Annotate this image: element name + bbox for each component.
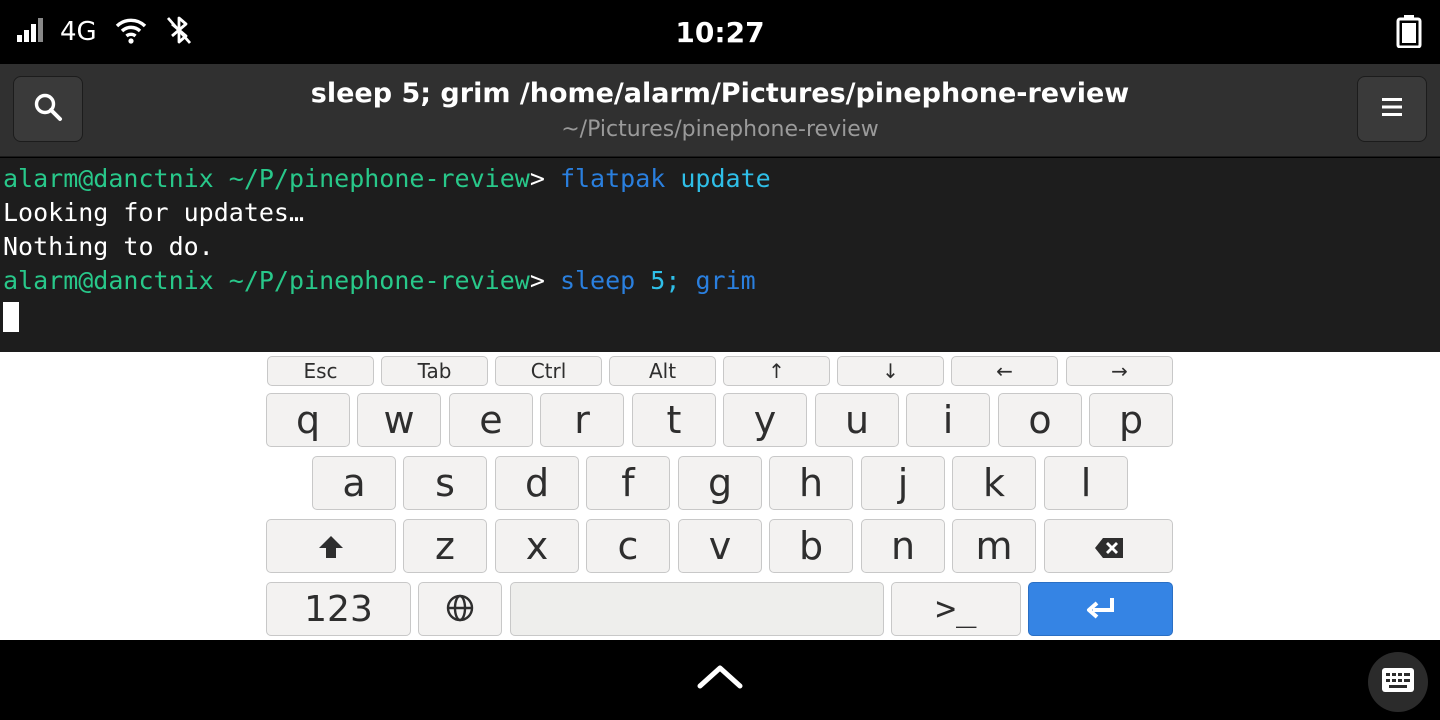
keyboard-toggle-button[interactable] (1368, 652, 1428, 712)
alt-key[interactable]: Alt (609, 356, 716, 386)
shift-icon (318, 524, 344, 568)
battery-icon (1396, 14, 1422, 52)
window-subtitle: ~/Pictures/pinephone-review (561, 117, 879, 142)
command-word: flatpak (559, 164, 666, 193)
key-t[interactable]: t (632, 393, 716, 447)
menu-icon (1380, 95, 1404, 123)
backspace-icon (1094, 524, 1124, 568)
terminal-view[interactable]: alarm@danctnix ~/P/pinephone-review> fla… (0, 158, 1440, 352)
key-a[interactable]: a (312, 456, 396, 510)
key-z[interactable]: z (403, 519, 487, 573)
key-s[interactable]: s (403, 456, 487, 510)
key-w[interactable]: w (357, 393, 441, 447)
terminal-input-line (3, 298, 1440, 332)
key-k[interactable]: k (952, 456, 1036, 510)
keyboard-icon (1381, 666, 1415, 698)
prompt-user: alarm@danctnix (3, 266, 214, 295)
arrow-left-key[interactable]: ← (951, 356, 1058, 386)
prompt-path: ~/P/pinephone-review (228, 164, 530, 193)
enter-icon (1085, 587, 1117, 631)
key-v[interactable]: v (678, 519, 762, 573)
window-title: sleep 5; grim /home/alarm/Pictures/pinep… (310, 78, 1130, 109)
command-word: sleep (559, 266, 636, 295)
key-p[interactable]: p (1089, 393, 1173, 447)
app-drawer-handle[interactable] (696, 662, 744, 696)
key-d[interactable]: d (495, 456, 579, 510)
prompt-symbol: > (529, 164, 545, 193)
shift-key[interactable] (266, 519, 396, 573)
prompt-symbol: > (529, 266, 545, 295)
key-c[interactable]: c (586, 519, 670, 573)
chevron-up-icon (696, 665, 744, 696)
key-b[interactable]: b (769, 519, 853, 573)
key-r[interactable]: r (540, 393, 624, 447)
terminal-line: alarm@danctnix ~/P/pinephone-review> fla… (3, 162, 1440, 196)
numbers-key[interactable]: 123 (266, 582, 411, 636)
key-h[interactable]: h (769, 456, 853, 510)
clock: 10:27 (675, 16, 765, 49)
terminal-line: alarm@danctnix ~/P/pinephone-review> sle… (3, 264, 1440, 298)
key-o[interactable]: o (998, 393, 1082, 447)
prompt-path: ~/P/pinephone-review (228, 266, 530, 295)
backspace-key[interactable] (1044, 519, 1173, 573)
bottom-bar (0, 640, 1440, 720)
command-number: 5; (650, 266, 681, 295)
text-cursor (3, 302, 19, 332)
on-screen-keyboard: Esc Tab Ctrl Alt ↑ ↓ ← → q w e r t y u i… (0, 352, 1440, 640)
esc-key[interactable]: Esc (267, 356, 374, 386)
key-i[interactable]: i (906, 393, 990, 447)
space-key[interactable] (510, 582, 884, 636)
status-bar: 4G 10:27 (0, 0, 1440, 64)
menu-button[interactable] (1357, 76, 1427, 142)
key-f[interactable]: f (586, 456, 670, 510)
command-argument: update (680, 164, 771, 193)
ctrl-key[interactable]: Ctrl (495, 356, 602, 386)
key-n[interactable]: n (861, 519, 945, 573)
prompt-user: alarm@danctnix (3, 164, 214, 193)
key-e[interactable]: e (449, 393, 533, 447)
key-g[interactable]: g (678, 456, 762, 510)
terminal-output-line: Looking for updates… (3, 198, 305, 227)
key-l[interactable]: l (1044, 456, 1128, 510)
tab-key[interactable]: Tab (381, 356, 488, 386)
key-m[interactable]: m (952, 519, 1036, 573)
enter-key[interactable] (1028, 582, 1173, 636)
key-x[interactable]: x (495, 519, 579, 573)
terminal-keys-toggle[interactable]: >_ (891, 582, 1021, 636)
arrow-up-key[interactable]: ↑ (723, 356, 830, 386)
language-key[interactable] (418, 582, 502, 636)
header-bar: sleep 5; grim /home/alarm/Pictures/pinep… (0, 64, 1440, 157)
arrow-right-key[interactable]: → (1066, 356, 1173, 386)
terminal-output-line: Nothing to do. (3, 232, 214, 261)
key-u[interactable]: u (815, 393, 899, 447)
key-q[interactable]: q (266, 393, 350, 447)
arrow-down-key[interactable]: ↓ (837, 356, 944, 386)
command-word: grim (695, 266, 756, 295)
globe-icon (446, 587, 474, 631)
key-y[interactable]: y (723, 393, 807, 447)
key-j[interactable]: j (861, 456, 945, 510)
